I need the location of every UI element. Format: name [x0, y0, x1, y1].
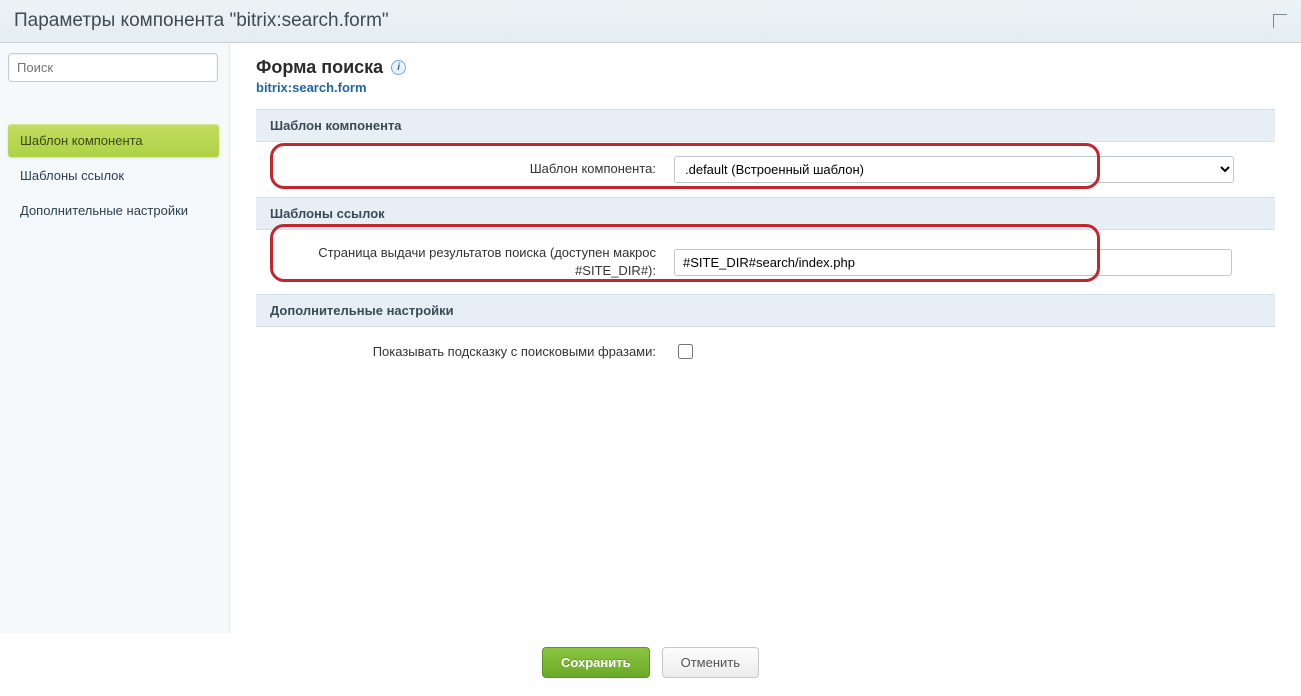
label-template: Шаблон компонента: [266, 160, 656, 178]
sidebar-nav: Шаблон компонента Шаблоны ссылок Дополни… [8, 124, 219, 227]
info-icon[interactable]: i [391, 60, 406, 75]
page-title: Форма поиска i [256, 57, 406, 78]
label-results-page: Страница выдачи результатов поиска (дост… [266, 244, 656, 280]
row-results-page: Страница выдачи результатов поиска (дост… [256, 230, 1275, 294]
restore-window-icon[interactable] [1273, 14, 1287, 28]
main-panel: Форма поиска i bitrix:search.form Шаблон… [230, 43, 1301, 633]
nav-item-extra[interactable]: Дополнительные настройки [8, 194, 219, 227]
footer: Сохранить Отменить [0, 633, 1301, 688]
label-tooltip: Показывать подсказку с поисковыми фразам… [266, 343, 656, 361]
save-button[interactable]: Сохранить [542, 647, 650, 678]
row-template: Шаблон компонента: .default (Встроенный … [256, 142, 1275, 197]
nav-item-template[interactable]: Шаблон компонента [8, 124, 219, 157]
section-heading-extra: Дополнительные настройки [256, 294, 1275, 327]
titlebar: Параметры компонента "bitrix:search.form… [0, 0, 1301, 43]
sidebar: Шаблон компонента Шаблоны ссылок Дополни… [0, 43, 230, 633]
section-heading-links: Шаблоны ссылок [256, 197, 1275, 230]
search-input[interactable] [8, 53, 218, 82]
dialog-title: Параметры компонента "bitrix:search.form… [14, 10, 389, 32]
section-heading-template: Шаблон компонента [256, 109, 1275, 142]
component-id: bitrix:search.form [256, 80, 1275, 95]
checkbox-tooltip[interactable] [678, 344, 693, 359]
row-tooltip: Показывать подсказку с поисковыми фразам… [256, 327, 1275, 376]
select-template[interactable]: .default (Встроенный шаблон) [674, 156, 1234, 183]
nav-item-links[interactable]: Шаблоны ссылок [8, 159, 219, 192]
cancel-button[interactable]: Отменить [662, 647, 759, 678]
input-results-page[interactable] [674, 249, 1232, 276]
